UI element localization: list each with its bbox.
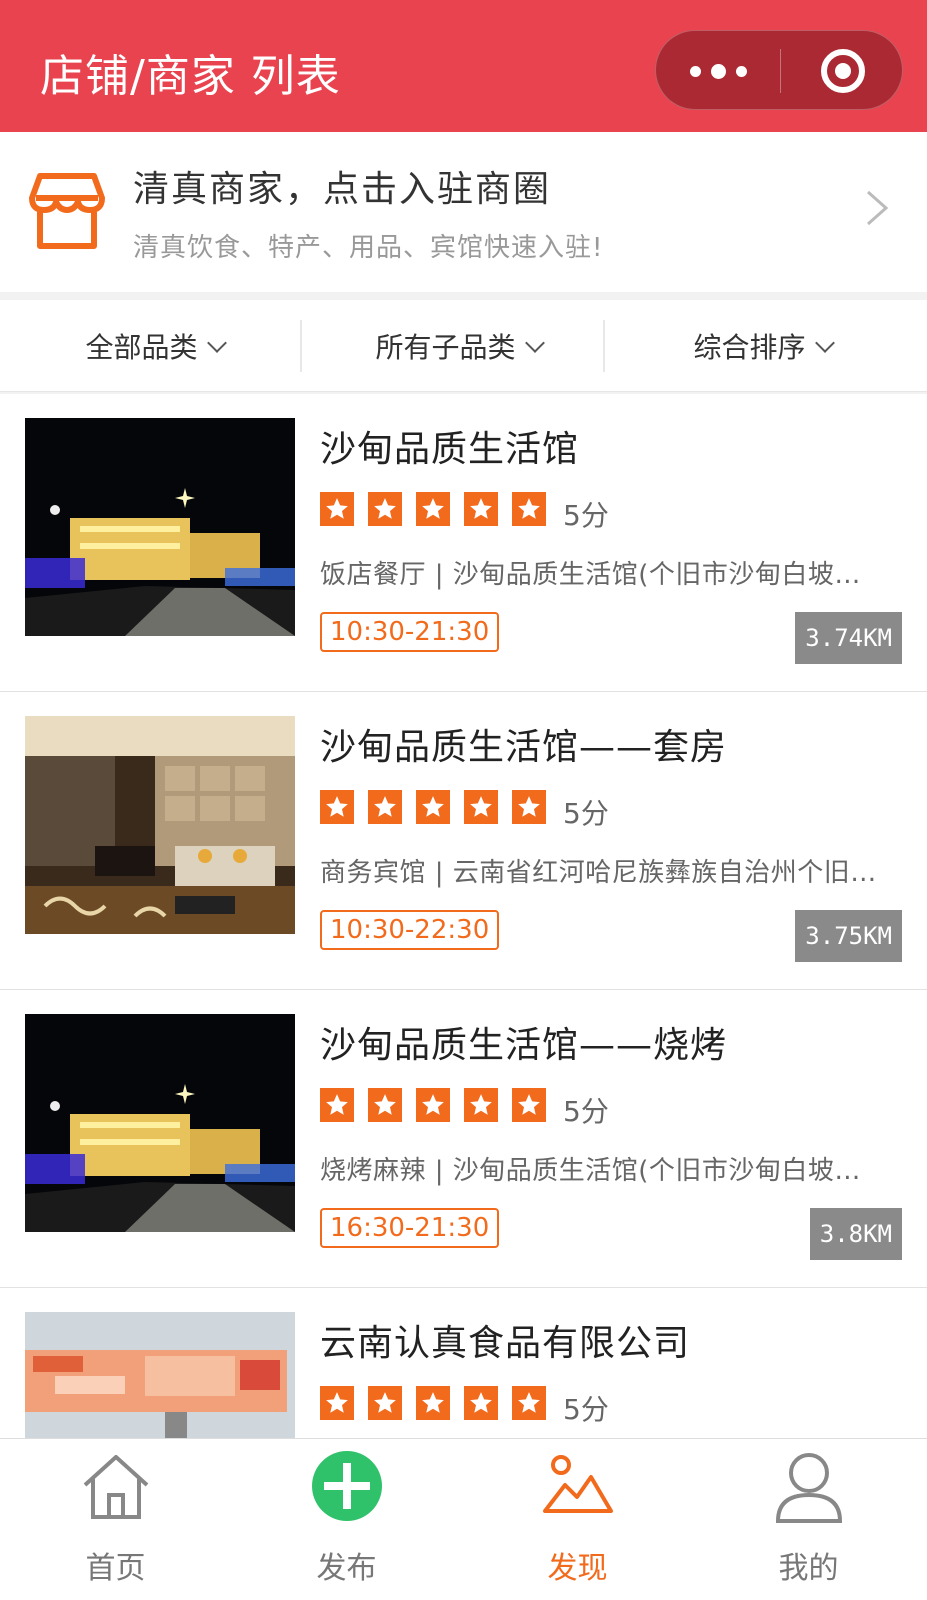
star-icon	[320, 790, 354, 824]
filter-bar: 全部品类 所有子品类 综合排序	[0, 300, 927, 392]
star-icon	[512, 790, 546, 824]
tab-label: 我的	[778, 1551, 839, 1586]
store-item[interactable]: 云南认真食品有限公司 5分	[0, 1288, 927, 1438]
rating-score: 5分	[563, 1393, 609, 1426]
star-icon	[368, 492, 402, 526]
filter-label: 所有子品类	[375, 331, 516, 364]
tab-bar: 首页 发布 发现 我的	[0, 1438, 927, 1600]
store-list: 沙甸品质生活馆 5分 饭店餐厅 | 沙甸品质生活馆(个旧市沙甸白坡… 10:30…	[0, 394, 927, 1438]
distance-badge: 3.74KM	[795, 612, 902, 664]
rating-score: 5分	[563, 1095, 609, 1128]
rating-stars	[320, 790, 546, 824]
star-icon	[464, 492, 498, 526]
store-photo	[25, 1312, 295, 1438]
more-icon[interactable]	[656, 31, 780, 111]
store-name: 云南认真食品有限公司	[320, 1323, 691, 1364]
store-name: 沙甸品质生活馆——烧烤	[320, 1025, 728, 1066]
star-icon	[512, 1088, 546, 1122]
star-icon	[416, 1088, 450, 1122]
distance-badge: 3.75KM	[795, 910, 902, 962]
tab-home[interactable]: 首页	[0, 1439, 231, 1600]
store-description: 商务宾馆 | 云南省红河哈尼族彝族自治州个旧…	[320, 858, 877, 888]
rating-stars	[320, 1088, 546, 1122]
plus-circle-icon	[312, 1451, 382, 1521]
banner-subtitle: 清真饮食、特产、用品、宾馆快速入驻!	[133, 233, 604, 263]
star-icon	[320, 1386, 354, 1420]
chevron-down-icon	[524, 333, 545, 353]
rating-stars	[320, 492, 546, 526]
divider	[300, 320, 302, 372]
store-item[interactable]: 沙甸品质生活馆——套房 5分 商务宾馆 | 云南省红河哈尼族彝族自治州个旧… 1…	[0, 692, 927, 990]
store-item[interactable]: 沙甸品质生活馆 5分 饭店餐厅 | 沙甸品质生活馆(个旧市沙甸白坡… 10:30…	[0, 394, 927, 692]
chevron-down-icon	[814, 333, 835, 353]
filter-label: 全部品类	[85, 331, 198, 364]
business-hours: 10:30-22:30	[320, 910, 500, 950]
star-icon	[512, 492, 546, 526]
distance-badge: 3.8KM	[809, 1208, 902, 1260]
star-icon	[464, 790, 498, 824]
chevron-right-icon	[867, 190, 889, 226]
chevron-down-icon	[206, 333, 227, 353]
tab-label: 发布	[316, 1551, 377, 1586]
star-icon	[320, 1088, 354, 1122]
filter-label: 综合排序	[693, 331, 806, 364]
tab-discover[interactable]: 发现	[462, 1439, 693, 1600]
business-hours: 16:30-21:30	[320, 1208, 500, 1248]
divider	[603, 320, 605, 372]
star-icon	[320, 492, 354, 526]
tab-label: 首页	[85, 1551, 146, 1586]
close-target-icon[interactable]	[821, 49, 865, 93]
store-name: 沙甸品质生活馆——套房	[320, 727, 728, 768]
star-icon	[464, 1386, 498, 1420]
store-photo	[25, 418, 295, 636]
store-item[interactable]: 沙甸品质生活馆——烧烤 5分 烧烤麻辣 | 沙甸品质生活馆(个旧市沙甸白坡… 1…	[0, 990, 927, 1288]
filter-category[interactable]: 全部品类	[0, 300, 309, 392]
rating-stars	[320, 1386, 546, 1420]
mountain-icon	[543, 1455, 613, 1513]
business-hours: 10:30-21:30	[320, 612, 500, 652]
tab-publish[interactable]: 发布	[231, 1439, 462, 1600]
star-icon	[464, 1088, 498, 1122]
page-title: 店铺/商家 列表	[40, 51, 341, 102]
star-icon	[416, 492, 450, 526]
star-icon	[416, 1386, 450, 1420]
home-icon	[83, 1455, 149, 1519]
filter-subcategory[interactable]: 所有子品类	[304, 300, 613, 392]
tab-label: 发现	[547, 1551, 608, 1586]
star-icon	[368, 1386, 402, 1420]
store-photo	[25, 1014, 295, 1232]
banner-title: 清真商家，点击入驻商圈	[133, 169, 552, 210]
filter-sort[interactable]: 综合排序	[608, 300, 917, 392]
star-icon	[368, 790, 402, 824]
star-icon	[368, 1088, 402, 1122]
rating-score: 5分	[563, 499, 609, 532]
mini-program-capsule	[655, 30, 903, 110]
star-icon	[416, 790, 450, 824]
store-name: 沙甸品质生活馆	[320, 429, 580, 470]
capsule-divider	[780, 49, 781, 93]
store-description: 饭店餐厅 | 沙甸品质生活馆(个旧市沙甸白坡…	[320, 560, 861, 590]
shop-icon	[29, 173, 105, 249]
star-icon	[512, 1386, 546, 1420]
join-banner[interactable]: 清真商家，点击入驻商圈 清真饮食、特产、用品、宾馆快速入驻!	[0, 132, 927, 292]
store-description: 烧烤麻辣 | 沙甸品质生活馆(个旧市沙甸白坡…	[320, 1156, 861, 1186]
nav-bar: 店铺/商家 列表	[0, 0, 927, 132]
tab-mine[interactable]: 我的	[693, 1439, 924, 1600]
rating-score: 5分	[563, 797, 609, 830]
store-photo	[25, 716, 295, 934]
user-icon	[775, 1453, 843, 1523]
